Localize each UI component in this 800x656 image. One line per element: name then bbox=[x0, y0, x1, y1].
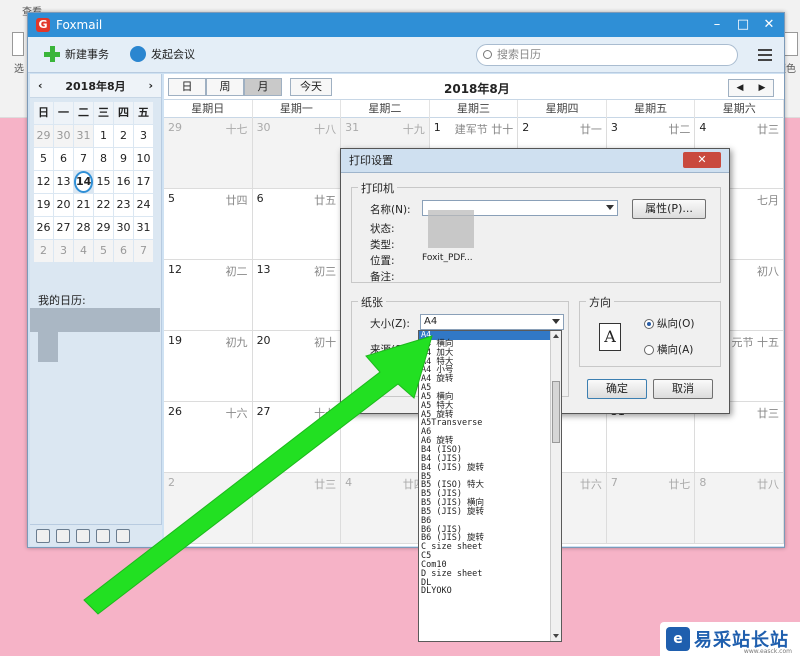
watermark-url: www.easck.com bbox=[743, 648, 792, 655]
arrow-shape bbox=[83, 335, 433, 615]
watermark-logo-icon: e bbox=[666, 627, 690, 651]
annotation-arrow bbox=[83, 335, 433, 615]
watermark: e 易采站长站 www.easck.com bbox=[660, 622, 800, 656]
